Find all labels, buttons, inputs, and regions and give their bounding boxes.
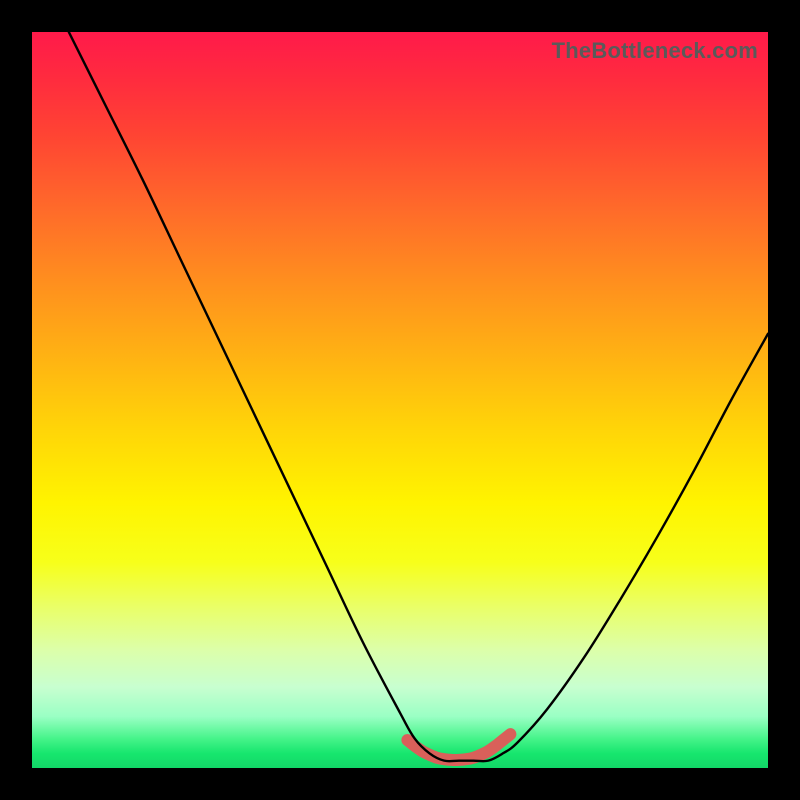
chart-frame: TheBottleneck.com — [0, 0, 800, 800]
chart-svg — [32, 32, 768, 768]
plot-area: TheBottleneck.com — [32, 32, 768, 768]
bottleneck-curve — [69, 32, 768, 761]
